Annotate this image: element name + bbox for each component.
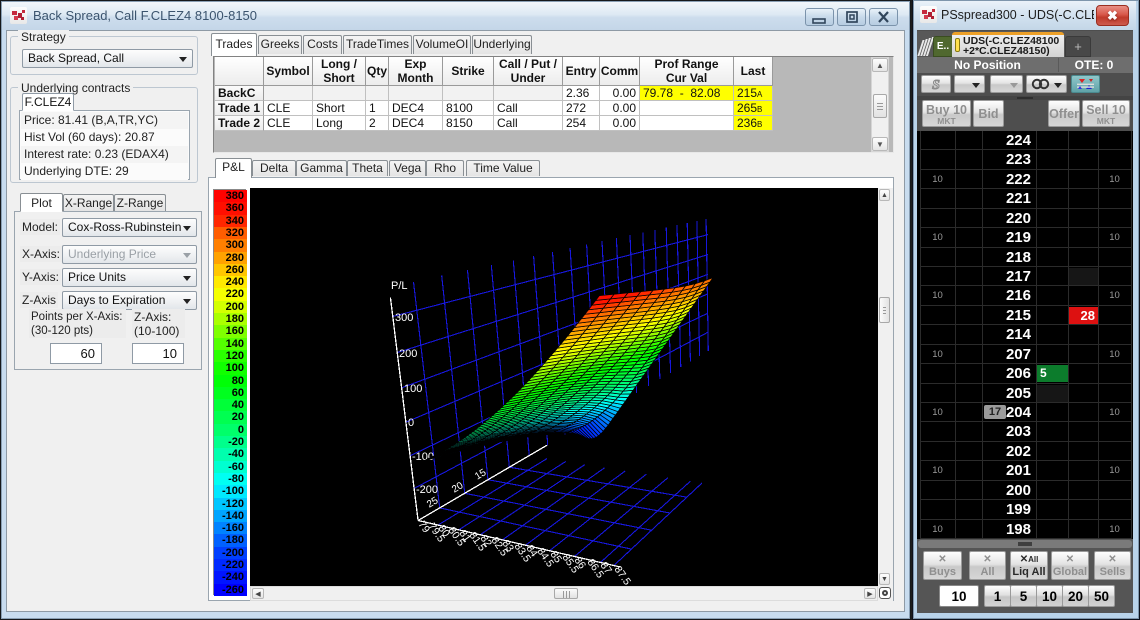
svg-text:300: 300 xyxy=(395,312,413,324)
svg-text:100: 100 xyxy=(404,383,422,395)
svg-text:0: 0 xyxy=(408,417,414,429)
svg-text:200: 200 xyxy=(399,348,417,360)
svg-text:P/L: P/L xyxy=(391,280,408,292)
svg-text:-200: -200 xyxy=(416,484,438,496)
svg-text:S: S xyxy=(932,78,940,92)
